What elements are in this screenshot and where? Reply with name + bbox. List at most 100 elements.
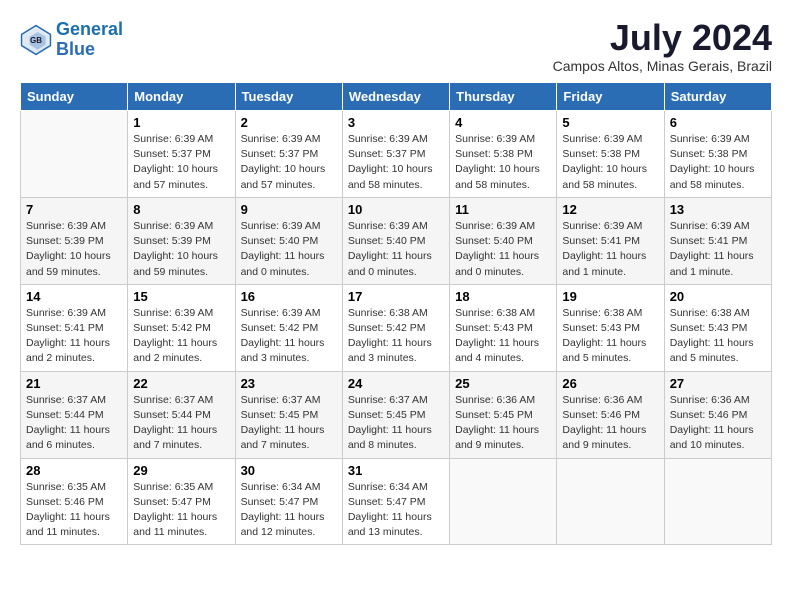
- calendar-week-row: 21 Sunrise: 6:37 AM Sunset: 5:44 PM Dayli…: [21, 371, 772, 458]
- calendar-cell: 12Sunrise: 6:39 AM Sunset: 5:41 PM Dayli…: [557, 197, 664, 284]
- day-info: Sunrise: 6:36 AM Sunset: 5:46 PM Dayligh…: [562, 393, 658, 454]
- day-info: Sunrise: 6:34 AM Sunset: 5:47 PM Dayligh…: [241, 480, 337, 541]
- day-number: 24: [348, 376, 444, 391]
- calendar-cell: 14Sunrise: 6:39 AM Sunset: 5:41 PM Dayli…: [21, 284, 128, 371]
- calendar-cell: 8 Sunrise: 6:39 AM Sunset: 5:39 PM Daylig…: [128, 197, 235, 284]
- day-number: 5: [562, 115, 658, 130]
- day-number: 1: [133, 115, 229, 130]
- calendar-cell: 23Sunrise: 6:37 AM Sunset: 5:45 PM Dayli…: [235, 371, 342, 458]
- day-info: Sunrise: 6:34 AM Sunset: 5:47 PM Dayligh…: [348, 480, 444, 541]
- calendar-week-row: 28 Sunrise: 6:35 AM Sunset: 5:46 PM Dayli…: [21, 458, 772, 545]
- day-number: 16: [241, 289, 337, 304]
- day-info: Sunrise: 6:39 AM Sunset: 5:40 PM Dayligh…: [348, 219, 444, 280]
- day-number: 12: [562, 202, 658, 217]
- day-number: 19: [562, 289, 658, 304]
- calendar-cell: 20 Sunrise: 6:38 AM Sunset: 5:43 PM Dayli…: [664, 284, 771, 371]
- weekday-header: Sunday: [21, 83, 128, 111]
- day-number: 22: [133, 376, 229, 391]
- day-info: Sunrise: 6:38 AM Sunset: 5:43 PM Dayligh…: [455, 306, 551, 367]
- calendar-cell: 25Sunrise: 6:36 AM Sunset: 5:45 PM Dayli…: [450, 371, 557, 458]
- day-number: 27: [670, 376, 766, 391]
- day-number: 9: [241, 202, 337, 217]
- day-info: Sunrise: 6:35 AM Sunset: 5:47 PM Dayligh…: [133, 480, 229, 541]
- calendar-cell: 19 Sunrise: 6:38 AM Sunset: 5:43 PM Dayli…: [557, 284, 664, 371]
- day-info: Sunrise: 6:39 AM Sunset: 5:39 PM Dayligh…: [133, 219, 229, 280]
- day-number: 29: [133, 463, 229, 478]
- day-number: 8: [133, 202, 229, 217]
- day-info: Sunrise: 6:37 AM Sunset: 5:45 PM Dayligh…: [241, 393, 337, 454]
- day-number: 20: [670, 289, 766, 304]
- day-number: 3: [348, 115, 444, 130]
- logo-icon: GB: [20, 24, 52, 56]
- calendar-cell: 24 Sunrise: 6:37 AM Sunset: 5:45 PM Dayli…: [342, 371, 449, 458]
- calendar-cell: 5 Sunrise: 6:39 AM Sunset: 5:38 PM Daylig…: [557, 111, 664, 198]
- day-info: Sunrise: 6:39 AM Sunset: 5:41 PM Dayligh…: [670, 219, 766, 280]
- calendar-cell: 31 Sunrise: 6:34 AM Sunset: 5:47 PM Dayli…: [342, 458, 449, 545]
- calendar-cell: 13Sunrise: 6:39 AM Sunset: 5:41 PM Dayli…: [664, 197, 771, 284]
- weekday-header: Friday: [557, 83, 664, 111]
- day-info: Sunrise: 6:39 AM Sunset: 5:42 PM Dayligh…: [133, 306, 229, 367]
- weekday-header: Tuesday: [235, 83, 342, 111]
- day-number: 15: [133, 289, 229, 304]
- day-info: Sunrise: 6:39 AM Sunset: 5:38 PM Dayligh…: [562, 132, 658, 193]
- calendar-cell: [557, 458, 664, 545]
- day-info: Sunrise: 6:39 AM Sunset: 5:37 PM Dayligh…: [133, 132, 229, 193]
- calendar-cell: 17 Sunrise: 6:38 AM Sunset: 5:42 PM Dayli…: [342, 284, 449, 371]
- title-block: July 2024 Campos Altos, Minas Gerais, Br…: [553, 20, 772, 74]
- day-number: 17: [348, 289, 444, 304]
- calendar-cell: 7 Sunrise: 6:39 AM Sunset: 5:39 PM Daylig…: [21, 197, 128, 284]
- day-info: Sunrise: 6:39 AM Sunset: 5:37 PM Dayligh…: [241, 132, 337, 193]
- calendar-cell: 9 Sunrise: 6:39 AM Sunset: 5:40 PM Daylig…: [235, 197, 342, 284]
- day-info: Sunrise: 6:39 AM Sunset: 5:39 PM Dayligh…: [26, 219, 122, 280]
- day-info: Sunrise: 6:37 AM Sunset: 5:45 PM Dayligh…: [348, 393, 444, 454]
- weekday-header: Thursday: [450, 83, 557, 111]
- day-info: Sunrise: 6:39 AM Sunset: 5:40 PM Dayligh…: [455, 219, 551, 280]
- logo-text: General Blue: [56, 20, 123, 60]
- calendar-cell: 10Sunrise: 6:39 AM Sunset: 5:40 PM Dayli…: [342, 197, 449, 284]
- calendar-cell: 11Sunrise: 6:39 AM Sunset: 5:40 PM Dayli…: [450, 197, 557, 284]
- month-year: July 2024: [553, 20, 772, 56]
- weekday-header: Monday: [128, 83, 235, 111]
- day-number: 25: [455, 376, 551, 391]
- day-info: Sunrise: 6:36 AM Sunset: 5:46 PM Dayligh…: [670, 393, 766, 454]
- calendar-cell: 3 Sunrise: 6:39 AM Sunset: 5:37 PM Daylig…: [342, 111, 449, 198]
- calendar-cell: 16Sunrise: 6:39 AM Sunset: 5:42 PM Dayli…: [235, 284, 342, 371]
- calendar-cell: 6Sunrise: 6:39 AM Sunset: 5:38 PM Daylig…: [664, 111, 771, 198]
- calendar-cell: 28 Sunrise: 6:35 AM Sunset: 5:46 PM Dayli…: [21, 458, 128, 545]
- day-number: 18: [455, 289, 551, 304]
- weekday-header: Wednesday: [342, 83, 449, 111]
- logo: GB General Blue: [20, 20, 123, 60]
- calendar-cell: 26Sunrise: 6:36 AM Sunset: 5:46 PM Dayli…: [557, 371, 664, 458]
- day-info: Sunrise: 6:39 AM Sunset: 5:38 PM Dayligh…: [455, 132, 551, 193]
- calendar-cell: 4 Sunrise: 6:39 AM Sunset: 5:38 PM Daylig…: [450, 111, 557, 198]
- calendar-week-row: 14Sunrise: 6:39 AM Sunset: 5:41 PM Dayli…: [21, 284, 772, 371]
- calendar-cell: 29 Sunrise: 6:35 AM Sunset: 5:47 PM Dayli…: [128, 458, 235, 545]
- day-info: Sunrise: 6:38 AM Sunset: 5:43 PM Dayligh…: [670, 306, 766, 367]
- day-info: Sunrise: 6:39 AM Sunset: 5:41 PM Dayligh…: [26, 306, 122, 367]
- day-number: 31: [348, 463, 444, 478]
- logo-line1: General: [56, 19, 123, 39]
- day-number: 4: [455, 115, 551, 130]
- logo-line2: Blue: [56, 39, 95, 59]
- day-info: Sunrise: 6:38 AM Sunset: 5:42 PM Dayligh…: [348, 306, 444, 367]
- calendar-cell: 1 Sunrise: 6:39 AM Sunset: 5:37 PM Daylig…: [128, 111, 235, 198]
- calendar-cell: [450, 458, 557, 545]
- day-info: Sunrise: 6:35 AM Sunset: 5:46 PM Dayligh…: [26, 480, 122, 541]
- day-number: 28: [26, 463, 122, 478]
- location: Campos Altos, Minas Gerais, Brazil: [553, 58, 772, 74]
- calendar-cell: [664, 458, 771, 545]
- weekday-header-row: SundayMondayTuesdayWednesdayThursdayFrid…: [21, 83, 772, 111]
- svg-text:GB: GB: [30, 36, 42, 45]
- day-info: Sunrise: 6:39 AM Sunset: 5:37 PM Dayligh…: [348, 132, 444, 193]
- day-number: 2: [241, 115, 337, 130]
- calendar-week-row: 1 Sunrise: 6:39 AM Sunset: 5:37 PM Daylig…: [21, 111, 772, 198]
- day-number: 7: [26, 202, 122, 217]
- day-info: Sunrise: 6:39 AM Sunset: 5:38 PM Dayligh…: [670, 132, 766, 193]
- day-info: Sunrise: 6:39 AM Sunset: 5:40 PM Dayligh…: [241, 219, 337, 280]
- day-number: 21: [26, 376, 122, 391]
- calendar-cell: [21, 111, 128, 198]
- calendar-cell: 27 Sunrise: 6:36 AM Sunset: 5:46 PM Dayli…: [664, 371, 771, 458]
- day-info: Sunrise: 6:37 AM Sunset: 5:44 PM Dayligh…: [26, 393, 122, 454]
- calendar-cell: 18 Sunrise: 6:38 AM Sunset: 5:43 PM Dayli…: [450, 284, 557, 371]
- day-info: Sunrise: 6:38 AM Sunset: 5:43 PM Dayligh…: [562, 306, 658, 367]
